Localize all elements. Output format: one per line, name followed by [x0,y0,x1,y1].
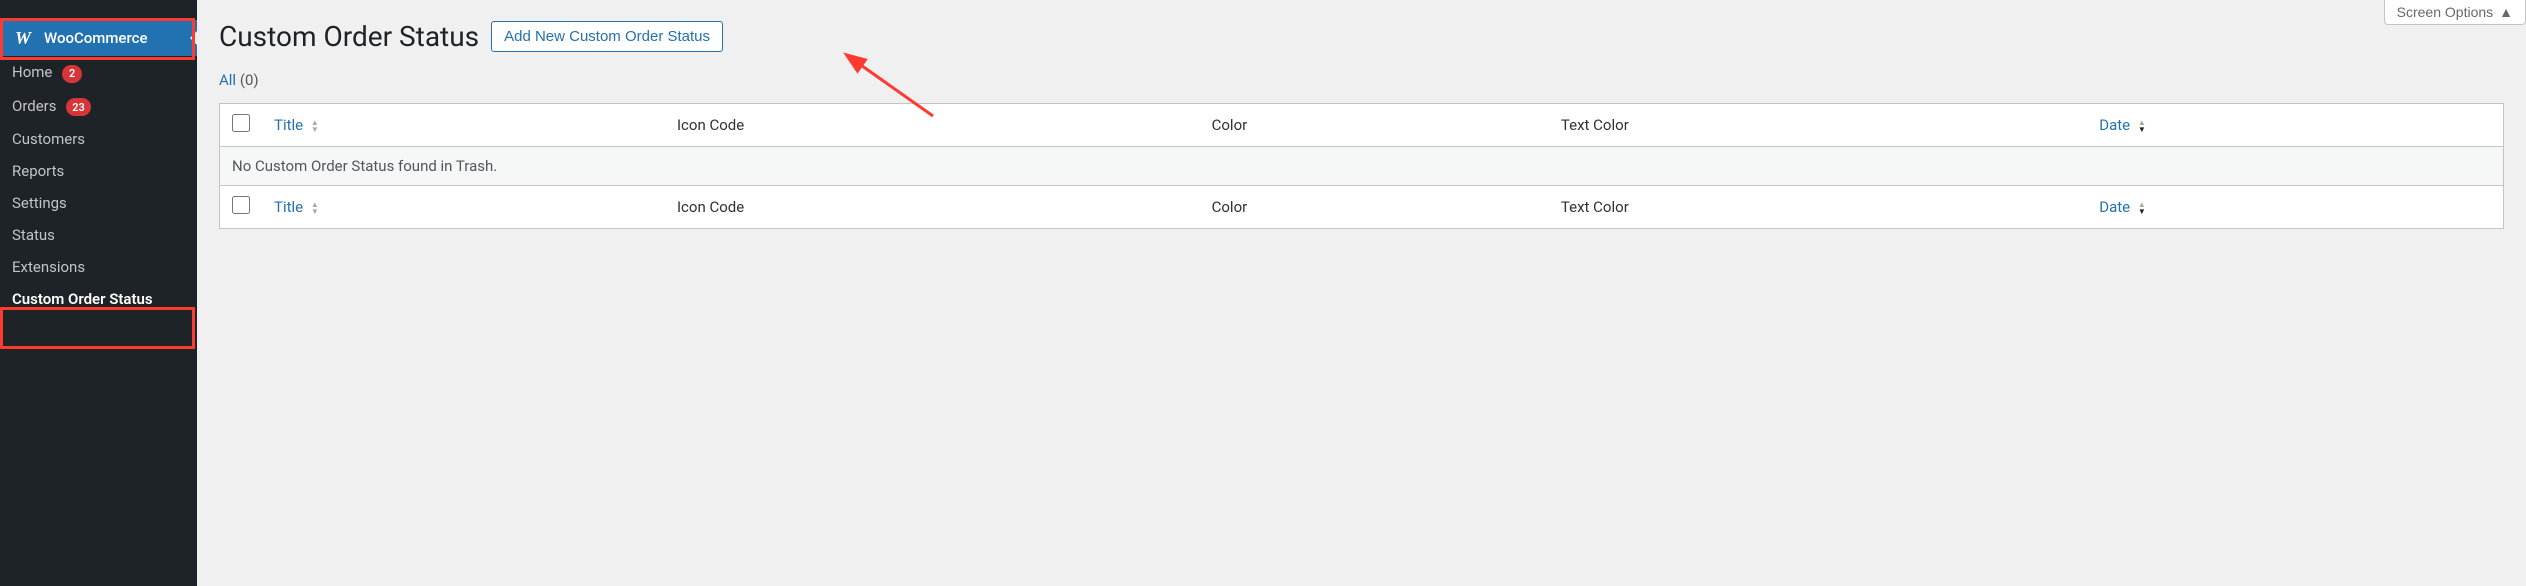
column-color-footer: Color [1200,186,1549,229]
select-all-footer [220,186,263,229]
sidebar-item-label: Customers [12,130,85,148]
select-all-header [220,104,263,147]
sort-icon: ▲▼ [2138,201,2146,215]
column-icon-code-footer: Icon Code [665,186,1200,229]
sidebar-item-label: Home [12,63,52,81]
column-label: Date [2099,198,2130,216]
screen-options-label: Screen Options [2397,4,2494,20]
sidebar-item-label: Reports [12,162,64,180]
select-all-checkbox[interactable] [232,114,250,132]
column-text-color-footer: Text Color [1549,186,2087,229]
sort-icon: ▲▼ [311,201,319,215]
sidebar-item-label: Orders [12,97,57,115]
sidebar-item-custom-order-status[interactable]: Custom Order Status [0,283,197,315]
sidebar-item-orders[interactable]: Orders 23 [0,90,197,124]
sidebar-item-woocommerce[interactable]: W WooCommerce [0,20,197,56]
badge-count: 23 [66,98,91,116]
page-title: Custom Order Status [219,20,479,53]
admin-sidebar: W WooCommerce Home 2 Orders 23 Customers… [0,0,197,586]
filter-links: All (0) [219,71,2504,89]
sidebar-item-reports[interactable]: Reports [0,155,197,187]
sidebar-item-label: Status [12,226,55,244]
status-table: Title ▲▼ Icon Code Color Text Color Date… [219,103,2504,229]
column-date-footer[interactable]: Date ▲▼ [2087,186,2503,229]
column-label: Date [2099,116,2130,134]
column-color-header: Color [1200,104,1549,147]
sidebar-item-home[interactable]: Home 2 [0,56,197,90]
woocommerce-icon: W [12,28,34,48]
column-date-header[interactable]: Date ▲▼ [2087,104,2503,147]
sidebar-item-settings[interactable]: Settings [0,187,197,219]
sidebar-item-label: Extensions [12,258,85,276]
select-all-checkbox-footer[interactable] [232,196,250,214]
sidebar-item-extensions[interactable]: Extensions [0,251,197,283]
column-text-color-header: Text Color [1549,104,2087,147]
column-title-footer[interactable]: Title ▲▼ [262,186,665,229]
empty-message: No Custom Order Status found in Trash. [220,147,2504,186]
column-icon-code-header: Icon Code [665,104,1200,147]
column-label: Title [274,198,303,216]
column-label: Title [274,116,303,134]
badge-count: 2 [62,65,82,83]
triangle-up-icon: ▲ [2499,4,2513,20]
sidebar-item-label: Settings [12,194,67,212]
sidebar-item-status[interactable]: Status [0,219,197,251]
filter-all-link[interactable]: All [219,71,236,89]
main-content: Screen Options ▲ Custom Order Status Add… [197,0,2526,586]
sidebar-item-label: WooCommerce [44,29,148,47]
table-empty-row: No Custom Order Status found in Trash. [220,147,2504,186]
sort-icon: ▲▼ [311,119,319,133]
sidebar-item-customers[interactable]: Customers [0,123,197,155]
column-title-header[interactable]: Title ▲▼ [262,104,665,147]
sidebar-item-label: Custom Order Status [12,290,153,308]
add-new-button[interactable]: Add New Custom Order Status [491,21,723,52]
sort-icon: ▲▼ [2138,119,2146,133]
screen-options-button[interactable]: Screen Options ▲ [2384,0,2526,25]
filter-all-count: (0) [240,71,259,89]
